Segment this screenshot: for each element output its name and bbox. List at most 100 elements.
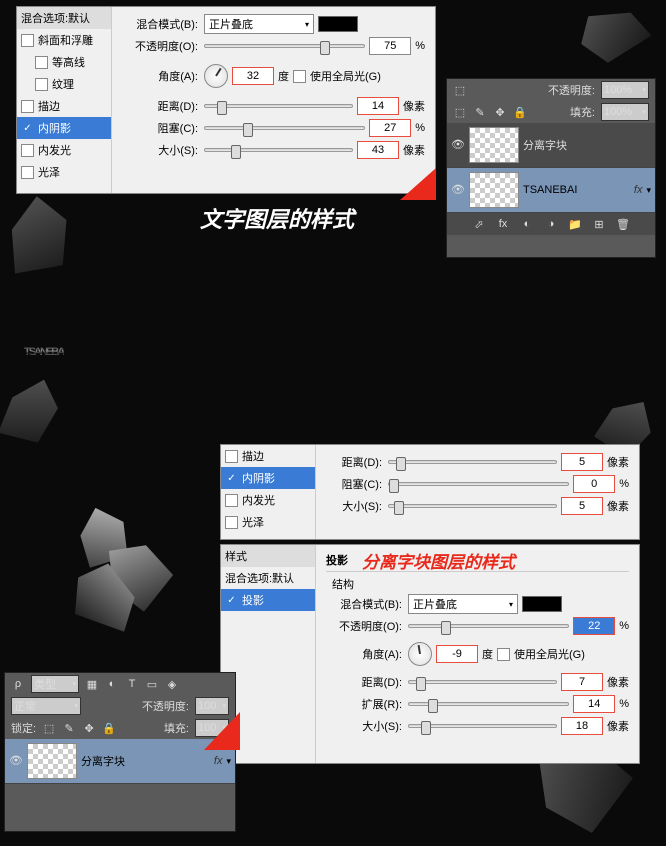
checkbox-icon[interactable] [21, 166, 34, 179]
layer-thumbnail[interactable] [469, 172, 519, 208]
checkbox-icon[interactable]: ✓ [225, 472, 238, 485]
folder-icon[interactable]: 📁 [568, 217, 582, 231]
distance-input[interactable] [561, 453, 603, 471]
filter-kind-icon[interactable]: ρ [11, 677, 25, 691]
checkbox-icon[interactable] [21, 34, 34, 47]
checkbox-icon[interactable]: ✓ [21, 122, 34, 135]
checkbox-icon[interactable] [35, 56, 48, 69]
lock-pixels-icon[interactable]: ⬚ [453, 105, 467, 119]
opacity-slider[interactable] [204, 44, 365, 48]
global-light-checkbox[interactable] [293, 70, 306, 83]
color-swatch[interactable] [318, 16, 358, 32]
chevron-down-icon[interactable]: ▾ [646, 185, 651, 196]
angle-dial[interactable] [408, 642, 432, 666]
lock-move-icon[interactable]: ✥ [493, 105, 507, 119]
checkbox-icon[interactable] [21, 100, 34, 113]
layer-row[interactable]: 👁 分离字块 [447, 123, 655, 168]
spread-slider[interactable] [408, 702, 569, 706]
angle-input[interactable] [436, 645, 478, 663]
style-satin[interactable]: 光泽 [221, 511, 315, 533]
distance-input[interactable] [561, 673, 603, 691]
angle-dial[interactable] [204, 64, 228, 88]
lock-brush-icon[interactable]: ✎ [62, 721, 76, 735]
layer-name[interactable]: 分离字块 [81, 753, 210, 769]
checkbox-icon[interactable] [225, 494, 238, 507]
style-contour[interactable]: 等高线 [17, 51, 111, 73]
lock-pixels-icon[interactable]: ⬚ [42, 721, 56, 735]
choke-input[interactable] [369, 119, 411, 137]
fx-badge[interactable]: fx [214, 755, 223, 767]
opacity-spinner[interactable]: 100% [601, 81, 649, 99]
size-input[interactable] [561, 497, 603, 515]
chevron-down-icon[interactable]: ▾ [226, 756, 231, 767]
choke-slider[interactable] [388, 482, 569, 486]
layer-thumbnail[interactable] [27, 743, 77, 779]
checkbox-icon[interactable] [35, 78, 48, 91]
blend-mode-dropdown[interactable]: 正常 [11, 697, 81, 715]
smart-filter-icon[interactable]: ◈ [165, 677, 179, 691]
color-swatch[interactable] [522, 596, 562, 612]
visibility-eye-icon[interactable]: 👁 [9, 754, 23, 768]
style-stroke[interactable]: 描边 [17, 95, 111, 117]
style-inner-shadow[interactable]: ✓内阴影 [17, 117, 111, 139]
mask-icon[interactable]: ◐ [520, 217, 534, 231]
style-inner-glow[interactable]: 内发光 [221, 489, 315, 511]
distance-slider[interactable] [204, 104, 353, 108]
link-icon[interactable]: ⬀ [472, 217, 486, 231]
style-drop-shadow[interactable]: ✓投影 [221, 589, 315, 611]
style-inner-shadow[interactable]: ✓内阴影 [221, 467, 315, 489]
size-slider[interactable] [388, 504, 557, 508]
checkbox-icon[interactable]: ✓ [225, 594, 238, 607]
opacity-slider[interactable] [408, 624, 569, 628]
style-bevel[interactable]: 斜面和浮雕 [17, 29, 111, 51]
layer-name[interactable]: TSANEBAI [523, 184, 630, 196]
layer-name[interactable]: 分离字块 [523, 137, 567, 153]
fill-spinner[interactable]: 100% [601, 103, 649, 121]
filter-icon[interactable]: ⬚ [453, 83, 467, 97]
opacity-input[interactable] [369, 37, 411, 55]
style-satin[interactable]: 光泽 [17, 161, 111, 183]
distance-input[interactable] [357, 97, 399, 115]
layer-row[interactable]: 👁 分离字块 fx ▾ [5, 739, 235, 784]
blending-options-default[interactable]: 混合选项:默认 [221, 567, 315, 589]
lock-move-icon[interactable]: ✥ [82, 721, 96, 735]
angle-input[interactable] [232, 67, 274, 85]
trash-icon[interactable]: 🗑 [616, 217, 630, 231]
type-filter-icon[interactable]: T [125, 677, 139, 691]
checkbox-icon[interactable] [21, 144, 34, 157]
spread-input[interactable] [573, 695, 615, 713]
lock-all-icon[interactable]: 🔒 [513, 105, 527, 119]
px-label: 像素 [607, 454, 629, 470]
checkbox-icon[interactable] [225, 450, 238, 463]
kind-dropdown[interactable]: 类型 [31, 675, 79, 693]
size-slider[interactable] [408, 724, 557, 728]
size-input[interactable] [357, 141, 399, 159]
adjustment-icon[interactable]: ◑ [544, 217, 558, 231]
visibility-eye-icon[interactable]: 👁 [451, 183, 465, 197]
global-light-checkbox[interactable] [497, 648, 510, 661]
layer-thumbnail[interactable] [469, 127, 519, 163]
style-inner-glow[interactable]: 内发光 [17, 139, 111, 161]
visibility-eye-icon[interactable]: 👁 [451, 138, 465, 152]
choke-input[interactable] [573, 475, 615, 493]
distance-slider[interactable] [388, 460, 557, 464]
new-layer-icon[interactable]: ⊞ [592, 217, 606, 231]
layer-row[interactable]: 👁 TSANEBAI fx ▾ [447, 168, 655, 213]
checkbox-icon[interactable] [225, 516, 238, 529]
distance-slider[interactable] [408, 680, 557, 684]
choke-slider[interactable] [204, 126, 365, 130]
blend-mode-dropdown[interactable]: 正片叠底 [204, 14, 314, 34]
size-input[interactable] [561, 717, 603, 735]
lock-all-icon[interactable]: 🔒 [102, 721, 116, 735]
adjust-filter-icon[interactable]: ◐ [105, 677, 119, 691]
opacity-input[interactable] [573, 617, 615, 635]
style-texture[interactable]: 纹理 [17, 73, 111, 95]
fx-icon[interactable]: fx [496, 217, 510, 231]
lock-brush-icon[interactable]: ✎ [473, 105, 487, 119]
style-stroke[interactable]: 描边 [221, 445, 315, 467]
fx-badge[interactable]: fx [634, 184, 643, 196]
size-slider[interactable] [204, 148, 353, 152]
blend-mode-dropdown[interactable]: 正片叠底 [408, 594, 518, 614]
image-filter-icon[interactable]: ▦ [85, 677, 99, 691]
shape-filter-icon[interactable]: ▭ [145, 677, 159, 691]
